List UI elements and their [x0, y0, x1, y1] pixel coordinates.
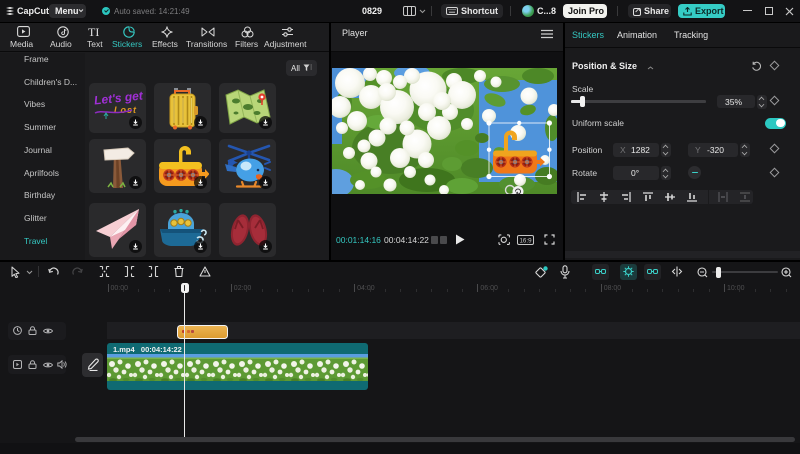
svg-text:16:9: 16:9: [519, 237, 532, 244]
